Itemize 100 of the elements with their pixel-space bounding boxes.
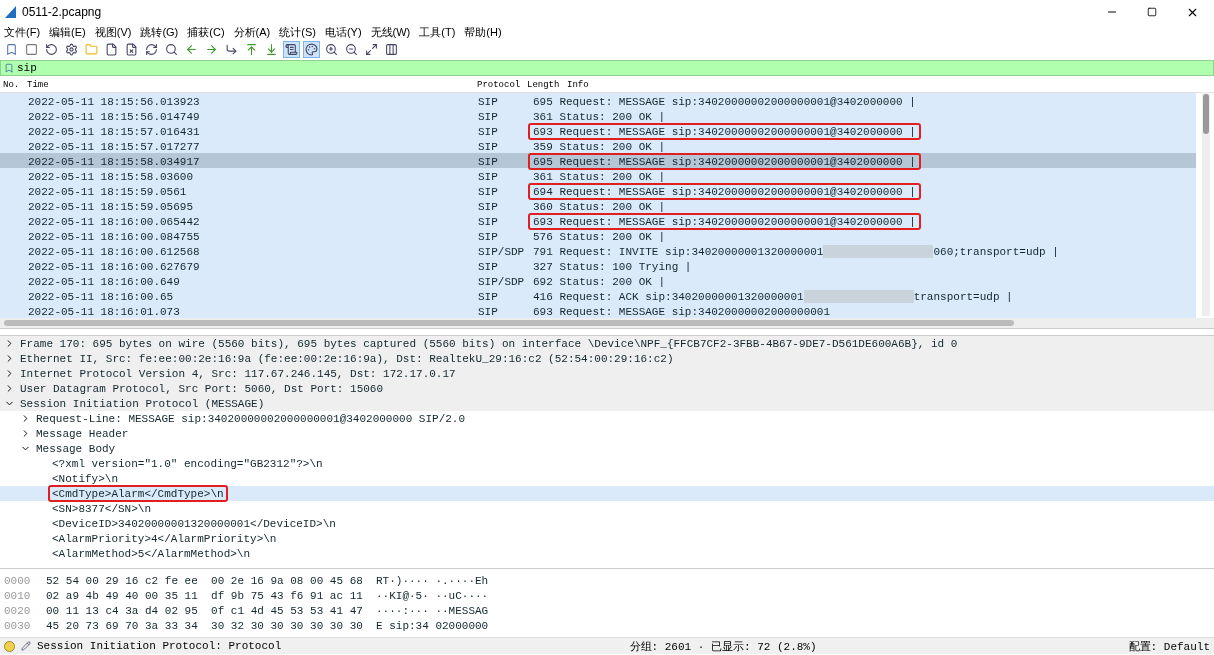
packet-row[interactable]: 2022-05-11 18:15:59.0561 SIP 694 Request: MESSAGE sip:34020000002000000001@3402000000 |: [0, 183, 1196, 198]
tree-row[interactable]: <CmdType>Alarm</CmdType>\n: [0, 486, 1214, 501]
tree-text: Frame 170: 695 bytes on wire (5560 bits), 695 bytes captured (5560 bits) on interface \Device\NPF_{FFCB7CF2-3FBB-4B67-9DE7-D561DE600A6B}, id 0: [19, 336, 959, 352]
tree-row[interactable]: <AlarmMethod>5</AlarmMethod>\n: [0, 546, 1214, 561]
tree-row[interactable]: <?xml version="1.0" encoding="GB2312"?>\n: [0, 456, 1214, 471]
tree-row[interactable]: Internet Protocol Version 4, Src: 117.67.246.145, Dst: 172.17.0.17: [0, 366, 1214, 381]
tree-row[interactable]: <DeviceID>34020000001320000001</DeviceID>\n: [0, 516, 1214, 531]
ascii-bytes: ··KI@·5· ··uC····: [376, 589, 490, 602]
packet-row[interactable]: 2022-05-11 18:15:57.016431 SIP 693 Request: MESSAGE sip:34020000002000000001@3402000000 |: [0, 123, 1196, 138]
menu-item[interactable]: 文件(F): [4, 24, 41, 40]
tree-text: <Notify>\n: [51, 471, 119, 487]
packet-row[interactable]: 2022-05-11 18:16:00.612568 SIP/SDP 791 Request: INVITE sip:34020000001320000001 060;transport=udp |: [0, 243, 1196, 258]
menu-item[interactable]: 电话(Y): [324, 24, 362, 40]
packet-row[interactable]: 2022-05-11 18:16:00.084755 SIP 576 Status: 200 OK |: [0, 228, 1196, 243]
menu-item[interactable]: 帮助(H): [464, 24, 502, 40]
length-text: 695: [533, 155, 553, 168]
info-text: Status: 200 OK |: [559, 275, 666, 288]
tree-row[interactable]: Ethernet II, Src: fe:ee:00:2e:16:9a (fe:ee:00:2e:16:9a), Dst: RealtekU_29:16:c2 (52:54:00:29:16:c2): [0, 351, 1214, 366]
packet-row[interactable]: 2022-05-11 18:16:01.073 SIP 693 Request: MESSAGE sip:34020000002000000001: [0, 303, 1196, 318]
column-header[interactable]: Time: [24, 80, 474, 90]
status-dot-icon[interactable]: [4, 640, 15, 652]
packet-row[interactable]: 2022-05-11 18:15:57.017277 SIP 359 Status: 200 OK |: [0, 138, 1196, 153]
info-text: Request: ACK sip:34020000001320000001: [559, 290, 804, 303]
tree-text: <CmdType>Alarm</CmdType>\n: [48, 485, 228, 502]
tree-row[interactable]: Frame 170: 695 bytes on wire (5560 bits), 695 bytes captured (5560 bits) on interface \Device\NPF_{FFCB7CF2-3FBB-4B67-9DE7-D561DE600A6B}, id 0: [0, 336, 1214, 351]
menu-item[interactable]: 视图(V): [94, 24, 132, 40]
ascii-bytes: RT·)···· ·.····Eh: [376, 574, 490, 587]
time-cell-text: 2022-05-11 18:16:00.627679: [27, 260, 201, 273]
tree-row[interactable]: Message Header: [0, 426, 1214, 441]
tree-row[interactable]: <AlarmPriority>4</AlarmPriority>\n: [0, 531, 1214, 546]
length-text: 694: [533, 185, 553, 198]
time-cell-text: 2022-05-11 18:16:00.065442: [27, 215, 201, 228]
protocol-cell-text: SIP: [477, 290, 499, 303]
column-header[interactable]: Info: [564, 80, 1214, 90]
menu-item[interactable]: 捕获(C): [187, 24, 225, 40]
tree-row[interactable]: User Datagram Protocol, Src Port: 5060, Dst Port: 15060: [0, 381, 1214, 396]
menu-item[interactable]: 分析(A): [233, 24, 271, 40]
profile-text[interactable]: 配置: Default: [1128, 638, 1210, 654]
info-text: Request: INVITE sip:34020000001320000001: [559, 245, 824, 258]
packet-row[interactable]: 2022-05-11 18:15:58.034917 SIP 695 Request: MESSAGE sip:34020000002000000001@3402000000 |: [0, 153, 1196, 168]
menu-item[interactable]: 统计(S): [279, 24, 316, 40]
column-header[interactable]: Protocol: [474, 80, 524, 90]
protocol-cell-text: SIP: [477, 215, 499, 228]
length-text: 692: [533, 275, 553, 288]
tree-text: Session Initiation Protocol (MESSAGE): [19, 396, 266, 412]
pencil-icon[interactable]: [21, 641, 31, 651]
length-text: 695: [533, 95, 553, 108]
time-cell-text: 2022-05-11 18:16:00.65: [27, 290, 175, 303]
menu-item[interactable]: 跳转(G): [140, 24, 179, 40]
length-text: 576: [533, 230, 553, 243]
packet-row[interactable]: 2022-05-11 18:15:58.03600 SIP 361 Status: 200 OK |: [0, 168, 1196, 183]
horizontal-scrollbar[interactable]: [0, 318, 1214, 328]
packet-count-text: 分组: 2601 · 已显示: 72 (2.8%): [629, 639, 817, 654]
fin-logo-icon: [4, 5, 18, 19]
info-text: Status: 200 OK |: [559, 230, 666, 243]
protocol-cell-text: SIP/SDP: [477, 245, 524, 258]
packet-row[interactable]: 2022-05-11 18:15:59.05695 SIP 360 Status: 200 OK |: [0, 198, 1196, 213]
tree-row[interactable]: Message Body: [0, 441, 1214, 456]
byte-offset: 0010: [4, 589, 32, 602]
tree-row[interactable]: <Notify>\n: [0, 471, 1214, 486]
hex-bytes: 52 54 00 29 16 c2 fe ee 00 2e 16 9a 08 00 45 68: [46, 574, 364, 587]
length-text: 361: [533, 170, 553, 183]
bookmark-icon[interactable]: [4, 63, 14, 73]
menu-item[interactable]: 无线(W): [370, 24, 411, 40]
tree-row[interactable]: <SN>8377</SN>\n: [0, 501, 1214, 516]
protocol-cell-text: SIP: [477, 230, 499, 243]
column-header[interactable]: Length: [524, 80, 564, 90]
tree-text: <AlarmPriority>4</AlarmPriority>\n: [51, 531, 278, 547]
column-header[interactable]: No.: [0, 80, 24, 90]
length-text: 416: [533, 290, 553, 303]
info-text: Request: MESSAGE sip:34020000002000000001@3402000000 |: [559, 185, 916, 198]
length-text: 693: [533, 125, 553, 138]
packet-row[interactable]: 2022-05-11 18:15:56.013923 SIP 695 Request: MESSAGE sip:34020000002000000001@3402000000 |: [0, 93, 1196, 108]
hex-bytes: 45 20 73 69 70 3a 33 34 30 32 30 30 30 30 30 30: [46, 619, 364, 632]
tree-row[interactable]: Request-Line: MESSAGE sip:34020000002000000001@3402000000 SIP/2.0: [0, 411, 1214, 426]
tree-text: Internet Protocol Version 4, Src: 117.67.246.145, Dst: 172.17.0.17: [19, 366, 457, 382]
protocol-cell-text: SIP: [477, 110, 499, 123]
tree-text: <?xml version="1.0" encoding="GB2312"?>\n: [51, 456, 324, 472]
protocol-cell-text: SIP: [477, 305, 499, 318]
tree-text: Request-Line: MESSAGE sip:34020000002000000001@3402000000 SIP/2.0: [35, 411, 467, 427]
ascii-bytes: ····:··· ··MESSAG: [376, 604, 490, 617]
length-text: 791: [533, 245, 553, 258]
menu-item[interactable]: 编辑(E): [49, 24, 86, 40]
byte-offset: 0020: [4, 604, 32, 617]
hex-bytes: 02 a9 4b 49 40 00 35 11 df 9b 75 43 f6 91 ac 11: [46, 589, 364, 602]
protocol-cell-text: SIP: [477, 170, 499, 183]
packet-row[interactable]: 2022-05-11 18:15:56.014749 SIP 361 Status: 200 OK |: [0, 108, 1196, 123]
vertical-scrollbar[interactable]: [1202, 92, 1210, 316]
packet-row[interactable]: 2022-05-11 18:16:00.649 SIP/SDP 692 Status: 200 OK |: [0, 273, 1196, 288]
info-text: Request: MESSAGE sip:34020000002000000001: [559, 305, 831, 318]
protocol-cell-text: SIP: [477, 260, 499, 273]
maximize-icon[interactable]: [1147, 7, 1157, 17]
packet-row[interactable]: 2022-05-11 18:16:00.65 SIP 416 Request: ACK sip:34020000001320000001 transport=udp |: [0, 288, 1196, 303]
info-text: Request: MESSAGE sip:34020000002000000001@3402000000 |: [559, 215, 916, 228]
tree-row[interactable]: Session Initiation Protocol (MESSAGE): [0, 396, 1214, 411]
packet-row[interactable]: 2022-05-11 18:16:00.627679 SIP 327 Status: 100 Trying |: [0, 258, 1196, 273]
packet-row[interactable]: 2022-05-11 18:16:00.065442 SIP 693 Request: MESSAGE sip:34020000002000000001@3402000000 |: [0, 213, 1196, 228]
protocol-cell-text: SIP: [477, 200, 499, 213]
time-cell-text: 2022-05-11 18:16:01.073: [27, 305, 181, 318]
menu-item[interactable]: 工具(T): [419, 24, 456, 40]
